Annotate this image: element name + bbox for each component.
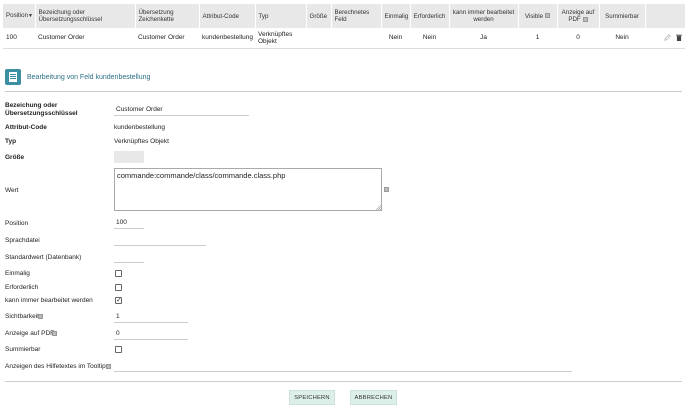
document-icon (5, 69, 21, 85)
col-position[interactable]: Position▼ (3, 4, 36, 28)
default-label: Standardwert (Datenbank) (5, 254, 82, 261)
wert-textarea[interactable]: commande:commande/class/commande.class.p… (114, 168, 382, 211)
tooltip-label: Anzeigen des Hilfetextes im Tooltip (5, 363, 106, 370)
size-label: Größe (5, 154, 25, 161)
col-translated[interactable]: Übersetzung Zeichenkette (135, 4, 200, 28)
tooltip-input[interactable] (114, 360, 572, 372)
cell-attr-code: kundenbestellung (199, 28, 255, 49)
cell-pdf: 0 (557, 28, 599, 49)
cell-type: Verknüpftes Objekt (255, 28, 306, 49)
pdf-input[interactable] (114, 328, 188, 340)
cell-unique: Nein (381, 28, 410, 49)
col-unique[interactable]: Einmalig (381, 4, 411, 28)
table-header-row: Position▼ Bezeichung oder Übersetzungssc… (3, 4, 686, 28)
langfile-label: Sprachdatei (5, 237, 40, 244)
col-pdf[interactable]: Anzeige auf PDF (557, 4, 600, 28)
cell-size (306, 28, 331, 49)
wert-label: Wert (5, 187, 19, 194)
always-edit-checkbox[interactable] (115, 296, 122, 304)
cell-actions (645, 28, 685, 49)
cell-label: Customer Order (35, 28, 135, 49)
always-edit-label: kann immer bearbeitet werden (5, 297, 93, 304)
attr-code-label: Attribut-Code (5, 124, 47, 131)
col-actions (645, 4, 686, 28)
fields-table: Position▼ Bezeichung oder Übersetzungssc… (3, 4, 686, 49)
cell-translated: Customer Order (135, 28, 199, 49)
trash-icon[interactable] (676, 34, 682, 42)
cancel-button[interactable]: ABBRECHEN (350, 390, 397, 405)
info-icon (52, 331, 57, 336)
langfile-input[interactable] (114, 234, 206, 246)
unique-checkbox[interactable] (115, 270, 122, 277)
cell-computed (331, 28, 381, 49)
section-title: Bearbeitung von Feld kundenbestellung (27, 73, 151, 81)
info-icon (582, 16, 588, 22)
unique-label: Einmalig (5, 270, 30, 277)
label-field-label: Bezeichung oder Übersetzungsschlüssel (5, 102, 78, 117)
info-icon (106, 364, 111, 369)
visibility-label: Sichtbarkeit (5, 313, 39, 320)
divider (5, 381, 682, 382)
default-input[interactable] (114, 251, 144, 263)
col-size[interactable]: Größe (306, 4, 332, 28)
cell-required: Nein (410, 28, 449, 49)
edit-pencil-icon[interactable] (664, 34, 671, 42)
pdf-label: Anzeige auf PDF (5, 330, 55, 337)
summable-label: Summierbar (5, 346, 41, 353)
col-label[interactable]: Bezeichung oder Übersetzungsschlüssel (35, 4, 136, 28)
cell-summable: Nein (599, 28, 645, 49)
summable-checkbox[interactable] (115, 346, 122, 353)
type-label: Typ (5, 138, 17, 145)
col-summable[interactable]: Summierbar (599, 4, 646, 28)
resize-handle-icon[interactable] (376, 205, 381, 210)
table-row: 100 Customer Order Customer Order kunden… (3, 28, 685, 49)
position-label: Position (5, 220, 29, 227)
cell-visible: 1 (518, 28, 557, 49)
position-input[interactable] (114, 217, 144, 229)
attr-code-value: kundenbestellung (114, 124, 165, 131)
col-type[interactable]: Typ (255, 4, 307, 28)
col-visible[interactable]: Visible (518, 4, 558, 28)
size-input[interactable] (114, 151, 144, 163)
type-value: Verknüpftes Objekt (114, 138, 169, 145)
info-icon (384, 187, 389, 192)
info-icon (38, 314, 43, 319)
cell-always-edit: Ja (449, 28, 518, 49)
save-button[interactable]: SPEICHERN (289, 390, 335, 405)
cell-position: 100 (3, 28, 35, 49)
col-computed[interactable]: Berechnetes Feld (331, 4, 382, 28)
col-required[interactable]: Erforderlich (410, 4, 450, 28)
label-input[interactable] (114, 104, 249, 116)
col-attr-code[interactable]: Attribut-Code (199, 4, 256, 28)
info-icon (545, 13, 551, 19)
visibility-input[interactable] (114, 311, 188, 323)
section-header: Bearbeitung von Feld kundenbestellung (5, 69, 150, 85)
col-always-edit[interactable]: kann immer bearbeitet werden (449, 4, 519, 28)
required-checkbox[interactable] (115, 284, 122, 291)
divider (5, 91, 682, 92)
required-label: Erforderlich (5, 284, 39, 291)
sort-down-icon: ▼ (28, 13, 33, 19)
